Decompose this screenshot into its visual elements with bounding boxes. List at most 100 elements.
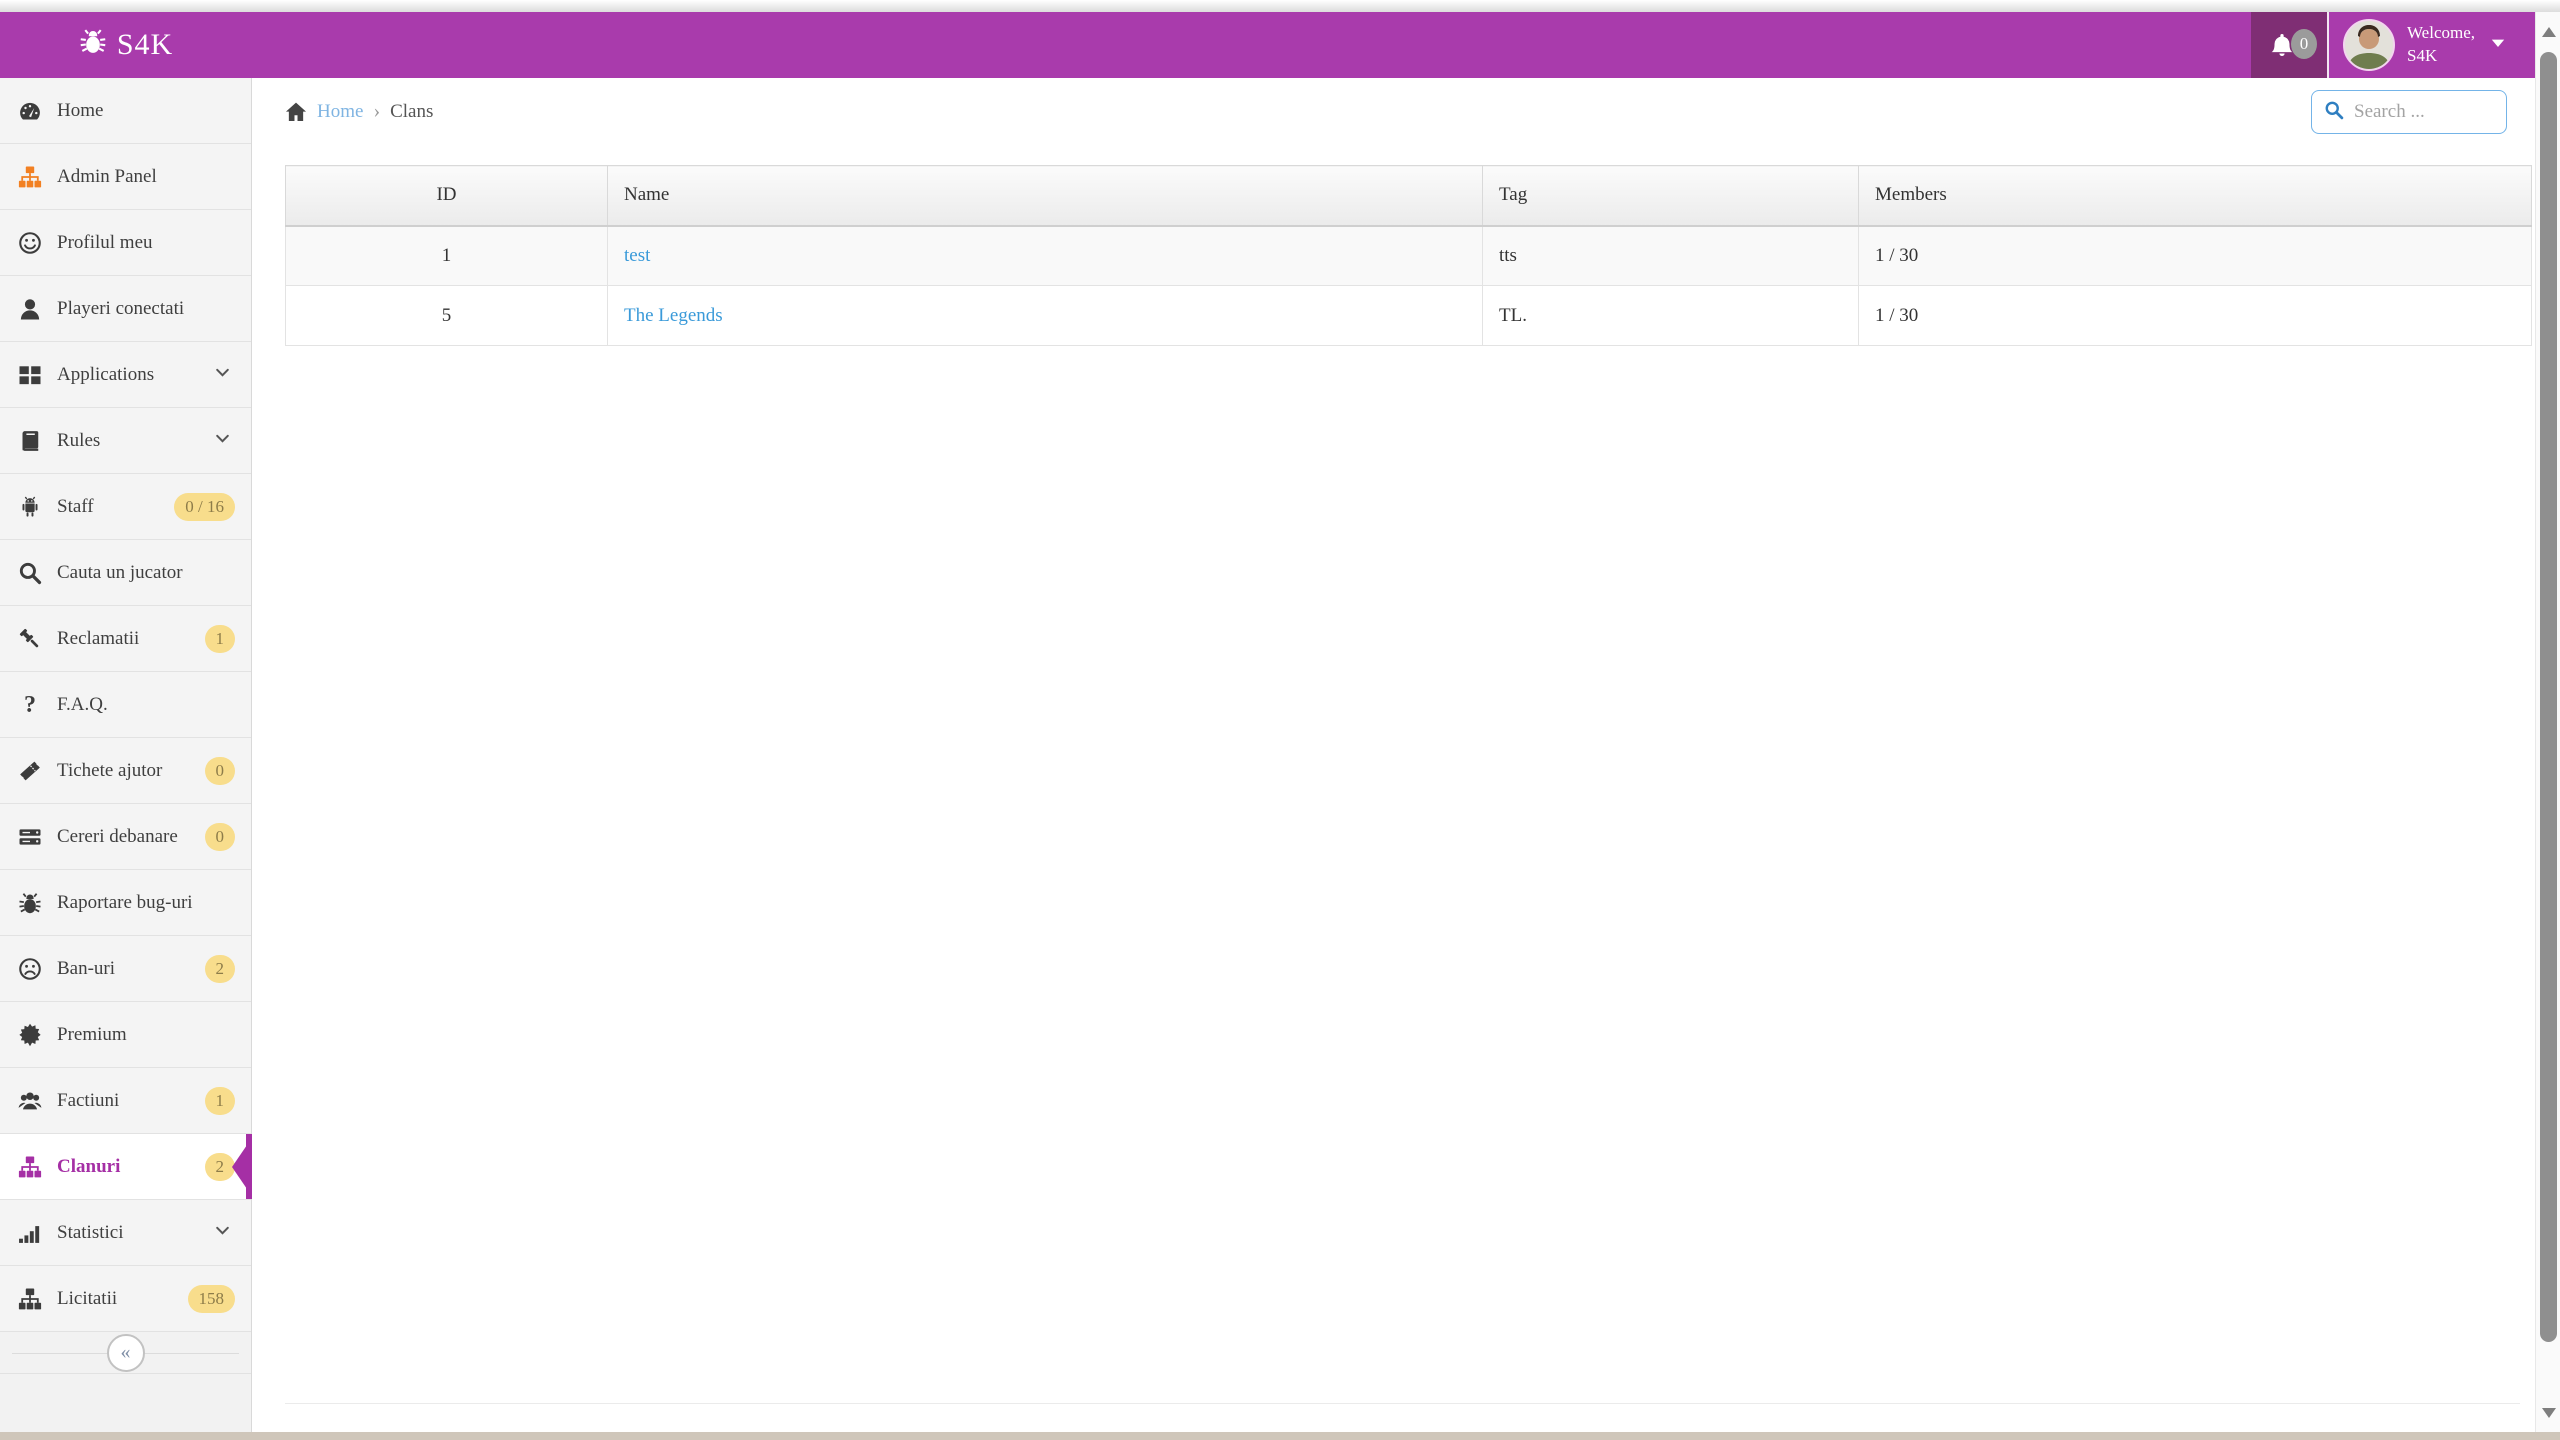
clan-name-link[interactable]: test <box>624 245 650 266</box>
triangle-up-icon[interactable] <box>2536 17 2560 47</box>
sidebar-item-rules[interactable]: Rules <box>0 408 251 474</box>
search-icon <box>2324 100 2344 125</box>
count-badge: 0 <box>204 822 235 851</box>
sidebar-item-label: Cereri debanare <box>57 825 178 847</box>
welcome-text: Welcome, S4K <box>2407 23 2476 65</box>
sitemap-icon <box>17 164 43 190</box>
count-badge: 0 / 16 <box>174 492 235 521</box>
admin-page: S4K 0 Welcome, S4K Home Admin Panel Prof… <box>0 0 2560 1440</box>
angle-double-left-icon: « <box>120 1341 131 1363</box>
users-icon <box>17 1088 43 1114</box>
sidebar-item-label: Raportare bug-uri <box>57 891 193 913</box>
notifications-button[interactable]: 0 <box>2251 12 2327 78</box>
chevron-down-icon <box>214 1222 231 1244</box>
grid-icon <box>17 362 43 388</box>
clan-name-link[interactable]: The Legends <box>624 305 723 326</box>
sidebar-item-label: Ban-uri <box>57 957 116 979</box>
sidebar-item-statistici[interactable]: Statistici <box>0 1200 251 1266</box>
window-top-edge <box>0 0 2560 12</box>
window-bottom-edge <box>0 1432 2560 1440</box>
dashboard-icon <box>17 98 43 124</box>
sidebar-item-reclamatii[interactable]: Reclamatii 1 <box>0 606 251 672</box>
sidebar-item-factiuni[interactable]: Factiuni 1 <box>0 1068 251 1134</box>
table-row: 1 test tts 1 / 30 <box>285 225 2532 286</box>
user-icon <box>17 296 43 322</box>
count-badge: 2 <box>204 1152 235 1181</box>
count-badge: 0 <box>204 756 235 785</box>
breadcrumb-separator: › <box>373 100 381 122</box>
breadcrumb-home-link[interactable]: Home <box>317 101 363 123</box>
table-row: 5 The Legends TL. 1 / 30 <box>285 285 2532 346</box>
clan-tag: TL. <box>1482 285 1859 346</box>
sidebar-item-label: Premium <box>57 1023 127 1045</box>
sidebar-item-tichete-ajutor[interactable]: Tichete ajutor 0 <box>0 738 251 804</box>
sidebar-item-ban-uri[interactable]: Ban-uri 2 <box>0 936 251 1002</box>
sidebar-item-cereri-debanare[interactable]: Cereri debanare 0 <box>0 804 251 870</box>
sidebar-item-home[interactable]: Home <box>0 78 251 144</box>
sidebar-item-applications[interactable]: Applications <box>0 342 251 408</box>
sidebar-item-raportare-bug-uri[interactable]: Raportare bug-uri <box>0 870 251 936</box>
sidebar-item-label: Home <box>57 99 104 121</box>
top-navbar: S4K 0 Welcome, S4K <box>0 12 2535 78</box>
clans-table: ID Name Tag Members 1 test tts 1 / 30 5 The Lege… <box>285 165 2532 346</box>
avatar <box>2343 19 2395 71</box>
count-badge: 2 <box>204 954 235 983</box>
question-icon: ? <box>24 691 36 718</box>
count-badge: 1 <box>204 624 235 653</box>
sidebar-item-f-a-q[interactable]: ? F.A.Q. <box>0 672 251 738</box>
sidebar-item-label: Applications <box>57 363 155 385</box>
sidebar-item-label: Reclamatii <box>57 627 140 649</box>
clan-id: 5 <box>285 285 608 346</box>
sidebar-item-label: Profilul meu <box>57 231 153 253</box>
search-box <box>2311 90 2507 134</box>
sidebar-item-label: Cauta un jucator <box>57 561 183 583</box>
sidebar-item-label: Statistici <box>57 1221 124 1243</box>
signal-icon <box>17 1220 43 1246</box>
sidebar-item-playeri-conectati[interactable]: Playeri conectati <box>0 276 251 342</box>
sidebar-collapse-button[interactable]: « <box>106 1333 145 1372</box>
sitemap-icon <box>17 1154 43 1180</box>
column-header-tag: Tag <box>1482 165 1859 227</box>
smiley-icon <box>17 230 43 256</box>
brand-logo[interactable]: S4K <box>0 12 252 78</box>
search-input[interactable] <box>2354 101 2494 123</box>
sidebar-item-label: Staff <box>57 495 94 517</box>
vertical-scrollbar[interactable] <box>2535 12 2560 1440</box>
sidebar-item-label: Factiuni <box>57 1089 120 1111</box>
frown-icon <box>17 956 43 982</box>
search-icon <box>17 560 43 586</box>
clan-tag: tts <box>1482 225 1859 286</box>
sidebar-item-label: Clanuri <box>57 1155 121 1177</box>
chevron-down-icon <box>214 364 231 386</box>
ticket-icon <box>17 758 43 784</box>
sidebar-item-label: Admin Panel <box>57 165 157 187</box>
sidebar-item-premium[interactable]: Premium <box>0 1002 251 1068</box>
bug-icon <box>79 27 107 63</box>
android-icon <box>17 494 43 520</box>
column-header-name: Name <box>607 165 1483 227</box>
sidebar-item-cauta-un-jucator[interactable]: Cauta un jucator <box>0 540 251 606</box>
sidebar-item-profilul-meu[interactable]: Profilul meu <box>0 210 251 276</box>
sidebar-item-licitatii[interactable]: Licitatii 158 <box>0 1266 251 1332</box>
breadcrumb: Home › Clans <box>285 100 433 123</box>
clan-members: 1 / 30 <box>1858 225 2532 286</box>
scrollbar-thumb[interactable] <box>2540 52 2557 1342</box>
clan-name-cell: test <box>607 225 1483 286</box>
sidebar-item-clanuri[interactable]: Clanuri 2 <box>0 1134 252 1200</box>
triangle-down-icon[interactable] <box>2536 1398 2560 1428</box>
main-content: Home › Clans IDNameTagMembers 1 test tts1 … <box>253 78 2535 1432</box>
sidebar: Home Admin Panel Profilul meu Playeri conec… <box>0 78 252 1432</box>
sidebar-item-label: F.A.Q. <box>57 693 108 715</box>
user-menu-button[interactable]: Welcome, S4K <box>2329 12 2535 78</box>
column-header-members: Members <box>1858 165 2532 227</box>
count-badge: 1 <box>204 1086 235 1115</box>
clan-members: 1 / 30 <box>1858 285 2532 346</box>
sidebar-item-staff[interactable]: Staff 0 / 16 <box>0 474 251 540</box>
clan-name-cell: The Legends <box>607 285 1483 346</box>
clan-id: 1 <box>285 225 608 286</box>
breadcrumb-current: Clans <box>390 100 434 122</box>
sitemap-icon <box>17 1286 43 1312</box>
bug-icon <box>17 890 43 916</box>
sidebar-item-admin-panel[interactable]: Admin Panel <box>0 144 251 210</box>
home-icon <box>285 101 307 123</box>
